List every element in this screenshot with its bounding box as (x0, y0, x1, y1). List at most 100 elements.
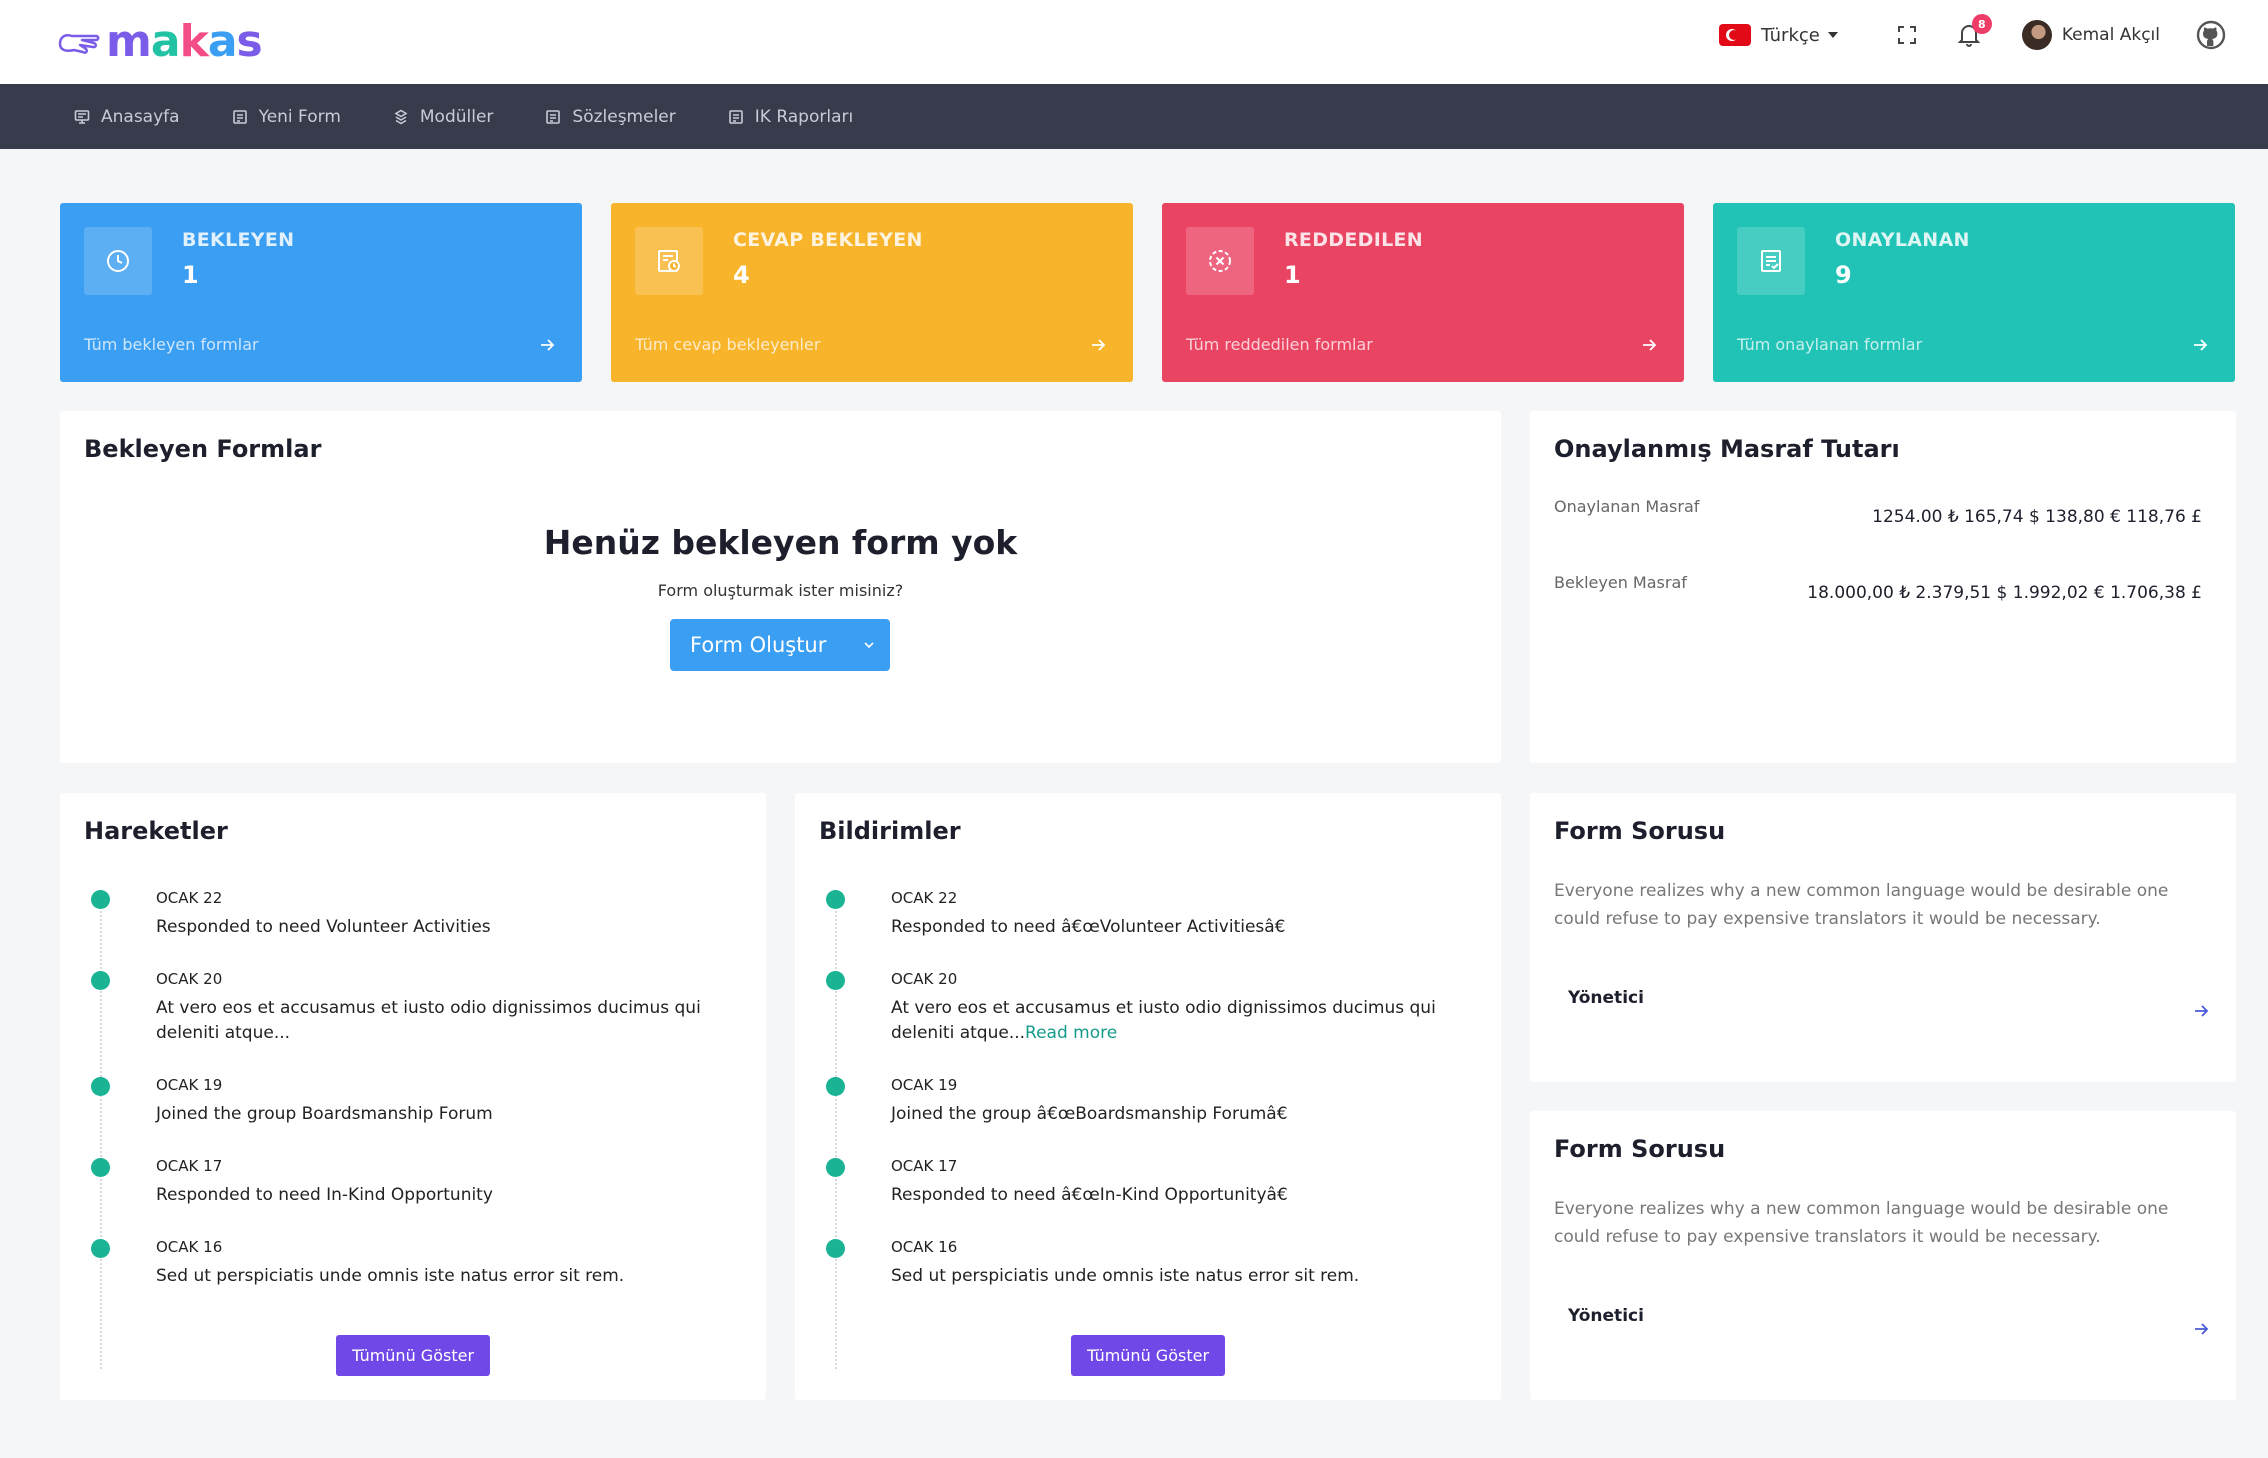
timeline-text: At vero eos et accusamus et iusto odio d… (156, 998, 701, 1043)
panel-title: Form Sorusu (1554, 1135, 1726, 1163)
stat-card-approved[interactable]: ONAYLANAN 9 Tüm onaylanan formlar (1713, 203, 2235, 382)
form-icon (546, 109, 561, 124)
scissors-hand-icon (58, 33, 100, 54)
stat-count: 1 (182, 261, 199, 289)
panel-title: Onaylanmış Masraf Tutarı (1554, 435, 1900, 463)
timeline-item: OCAK 17 Responded to need â€œIn-Kind Opp… (826, 1157, 1475, 1208)
expense-values: 18.000,00 ₺ 2.379,51 $ 1.992,02 € 1.706,… (1807, 583, 2202, 603)
stat-title: REDDEDILEN (1284, 229, 1423, 251)
timeline-item: OCAK 22 Responded to need Volunteer Acti… (91, 889, 740, 940)
timeline-item: OCAK 20 At vero eos et accusamus et iust… (826, 970, 1475, 1046)
arrow-right-icon[interactable] (2191, 336, 2209, 354)
github-icon[interactable] (2196, 20, 2226, 50)
timeline-date: OCAK 22 (156, 889, 223, 907)
stat-link[interactable]: Tüm onaylanan formlar (1737, 335, 1922, 354)
x-circle-icon (1186, 227, 1254, 295)
timeline-date: OCAK 19 (156, 1076, 223, 1094)
monitor-icon (74, 109, 90, 124)
nav-item-label: Anasayfa (101, 106, 180, 127)
timeline-text: Sed ut perspiciatis unde omnis iste natu… (891, 1266, 1360, 1286)
stat-link[interactable]: Tüm bekleyen formlar (84, 335, 259, 354)
user-name: Kemal Akçıl (2061, 25, 2160, 45)
arrow-right-icon[interactable] (1089, 336, 1107, 354)
expense-row-pending: Bekleyen Masraf 18.000,00 ₺ 2.379,51 $ 1… (1554, 573, 2202, 603)
timeline-date: OCAK 16 (891, 1238, 958, 1256)
timeline-date: OCAK 22 (891, 889, 958, 907)
arrow-right-icon[interactable] (2192, 1320, 2210, 1338)
main-navbar: Anasayfa Yeni Form Modüller Sözleşmeler … (0, 84, 2268, 149)
stat-link[interactable]: Tüm reddedilen formlar (1186, 335, 1373, 354)
form-question-card: Form Sorusu Everyone realizes why a new … (1530, 1111, 2236, 1400)
fullscreen-button[interactable] (1894, 22, 1920, 48)
timeline-text: Responded to need Volunteer Activities (156, 917, 491, 937)
form-question-role: Yönetici (1568, 1306, 1644, 1326)
brand-logo[interactable]: makas (56, 16, 263, 67)
nav-item-label: Sözleşmeler (572, 106, 676, 127)
read-more-link[interactable]: Read more (1025, 1023, 1117, 1043)
timeline-text: Responded to need â€œVolunteer Activitie… (891, 917, 1286, 937)
timeline-dot (91, 1239, 110, 1258)
language-label: Türkçe (1761, 24, 1820, 46)
form-question-role: Yönetici (1568, 988, 1644, 1008)
chevron-down-icon (864, 642, 874, 649)
stat-link[interactable]: Tüm cevap bekleyenler (635, 335, 820, 354)
arrow-right-icon[interactable] (2192, 1002, 2210, 1020)
activities-panel: Hareketler OCAK 22 Responded to need Vol… (60, 793, 766, 1400)
timeline-date: OCAK 20 (156, 970, 223, 988)
user-menu[interactable]: Kemal Akçıl (2021, 20, 2160, 50)
timeline-dot (826, 1077, 845, 1096)
notifications-panel: Bildirimler OCAK 22 Responded to need â€… (795, 793, 1501, 1400)
expense-values: 1254.00 ₺ 165,74 $ 138,80 € 118,76 £ (1872, 507, 2202, 527)
show-all-button[interactable]: Tümünü Göster (335, 1335, 491, 1376)
timeline-date: OCAK 20 (891, 970, 958, 988)
stat-card-rejected[interactable]: REDDEDILEN 1 Tüm reddedilen formlar (1162, 203, 1684, 382)
form-question-card: Form Sorusu Everyone realizes why a new … (1530, 793, 2236, 1082)
timeline-dot (91, 890, 110, 909)
top-header: makas Türkçe 8 Kemal Akçıl (0, 0, 2268, 84)
nav-item-ik-raporlari[interactable]: IK Raporları (728, 107, 853, 127)
nav-item-anasayfa[interactable]: Anasayfa (74, 107, 180, 127)
stat-card-pending[interactable]: BEKLEYEN 1 Tüm bekleyen formlar (60, 203, 582, 382)
stat-title: ONAYLANAN (1835, 229, 1970, 251)
create-form-button[interactable]: Form Oluştur (670, 619, 890, 671)
language-selector[interactable]: Türkçe (1719, 24, 1838, 46)
nav-item-yeni-form[interactable]: Yeni Form (232, 107, 341, 127)
panel-title: Bildirimler (819, 817, 961, 845)
nav-item-sozlesmeler[interactable]: Sözleşmeler (545, 106, 676, 127)
expense-label: Bekleyen Masraf (1554, 573, 1687, 592)
timeline-dot (91, 1077, 110, 1096)
timeline-text: Sed ut perspiciatis unde omnis iste natu… (156, 1266, 625, 1286)
nav-item-label: Modüller (419, 106, 494, 127)
timeline-date: OCAK 17 (891, 1157, 958, 1175)
arrow-right-icon[interactable] (1640, 336, 1658, 354)
timeline-dot (826, 1239, 845, 1258)
timeline-dot (826, 971, 845, 990)
empty-state-title: Henüz bekleyen form yok (543, 523, 1018, 562)
timeline-item: OCAK 20 At vero eos et accusamus et iust… (91, 970, 740, 1046)
timeline-date: OCAK 17 (156, 1157, 223, 1175)
nav-item-moduller[interactable]: Modüller (393, 106, 494, 127)
timeline-date: OCAK 16 (156, 1238, 223, 1256)
nav-item-label: Yeni Form (258, 106, 341, 127)
approved-expenses-panel: Onaylanmış Masraf Tutarı Onaylanan Masra… (1530, 411, 2236, 763)
nav-item-label: IK Raporları (754, 106, 854, 127)
timeline-item: OCAK 22 Responded to need â€œVolunteer A… (826, 889, 1475, 940)
layers-icon (394, 109, 408, 124)
arrow-right-icon[interactable] (538, 336, 556, 354)
form-icon (728, 109, 743, 124)
form-icon (232, 109, 247, 124)
panel-title: Hareketler (84, 817, 228, 845)
notifications-button[interactable]: 8 (1956, 14, 1992, 48)
panel-title: Bekleyen Formlar (84, 435, 322, 463)
avatar (2021, 20, 2052, 50)
form-question-body: Everyone realizes why a new common langu… (1554, 881, 2169, 929)
timeline-item: OCAK 16 Sed ut perspiciatis unde omnis i… (91, 1238, 740, 1289)
timeline-dot (826, 890, 845, 909)
timeline-text: Responded to need â€œIn-Kind Opportunity… (891, 1185, 1288, 1205)
show-all-button[interactable]: Tümünü Göster (1070, 1335, 1226, 1376)
fullscreen-icon (1897, 26, 1916, 44)
timeline-dot (826, 1158, 845, 1177)
form-question-body: Everyone realizes why a new common langu… (1554, 1199, 2169, 1247)
stat-card-awaiting-reply[interactable]: CEVAP BEKLEYEN 4 Tüm cevap bekleyenler (611, 203, 1133, 382)
timeline-text: Joined the group Boardsmanship Forum (156, 1104, 493, 1124)
